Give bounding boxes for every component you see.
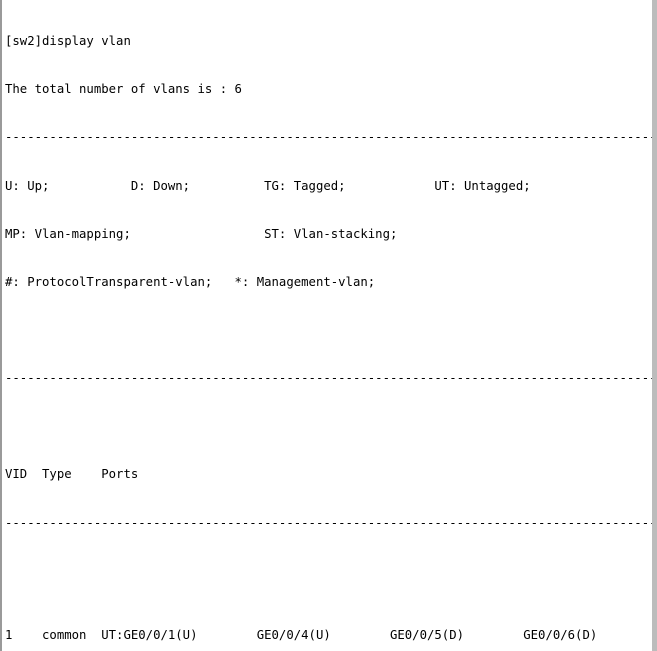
blank-line-1 [5,322,652,338]
ports-row-vid-1-line-1: 1 common UT:GE0/0/1(U) GE0/0/4(U) GE0/0/… [5,627,598,642]
legend-line-2: MP: Vlan-mapping; ST: Vlan-stacking; [5,226,398,241]
separator-rule-2: ----------------------------------------… [5,371,657,386]
ports-table-header: VID Type Ports [5,467,139,482]
separator-rule-1: ----------------------------------------… [5,130,657,145]
vlan-total-line: The total number of vlans is : 6 [5,82,242,97]
terminal-window[interactable]: [sw2]display vlan The total number of vl… [0,0,657,651]
blank-line-3 [5,563,652,579]
legend-line-1: U: Up; D: Down; TG: Tagged; UT: Untagged… [5,178,531,193]
blank-line-2 [5,418,652,434]
console-output[interactable]: [sw2]display vlan The total number of vl… [2,0,652,651]
separator-rule-3: ----------------------------------------… [5,515,657,530]
command-line: [sw2]display vlan [5,34,131,49]
legend-line-3: #: ProtocolTransparent-vlan; *: Manageme… [5,274,376,289]
